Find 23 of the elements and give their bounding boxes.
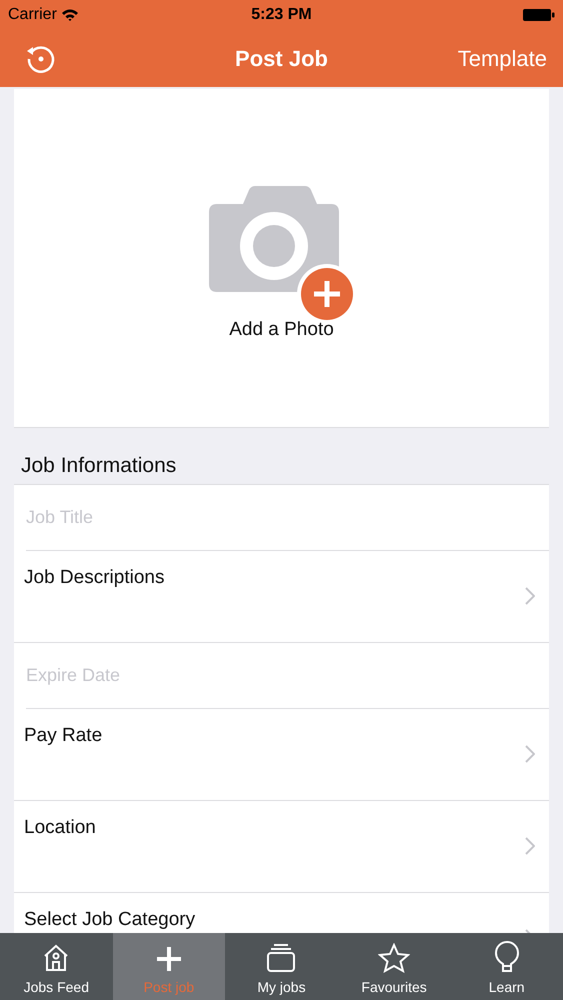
- tab-item[interactable]: Jobs Feed: [0, 933, 113, 1000]
- status-time: 5:23 PM: [251, 5, 312, 25]
- battery-icon: [523, 8, 555, 22]
- form-row[interactable]: Job Descriptions: [14, 550, 549, 642]
- tab-item[interactable]: Learn: [450, 933, 563, 1000]
- star-icon: [378, 943, 410, 973]
- chevron-icon: [525, 586, 535, 604]
- tab-item[interactable]: My jobs: [225, 933, 338, 1000]
- add-photo-button[interactable]: Add a Photo: [14, 89, 549, 428]
- nav-title: Post Job: [235, 45, 328, 73]
- text-field[interactable]: Expire Date: [26, 662, 537, 688]
- lightbulb-icon: [494, 941, 520, 973]
- chevron-icon: [525, 836, 535, 854]
- wifi-icon: [60, 8, 79, 22]
- form-row[interactable]: Pay Rate: [14, 708, 549, 800]
- text-field[interactable]: Job Title: [26, 504, 537, 530]
- stack-icon: [265, 943, 298, 973]
- chevron-icon: [525, 744, 535, 762]
- carrier-label: Carrier: [8, 5, 57, 25]
- tab-item[interactable]: Favourites: [338, 933, 450, 1000]
- plus-icon: [154, 945, 183, 973]
- form-row[interactable]: Location: [14, 800, 549, 892]
- section-title: Job Informations: [20, 453, 178, 479]
